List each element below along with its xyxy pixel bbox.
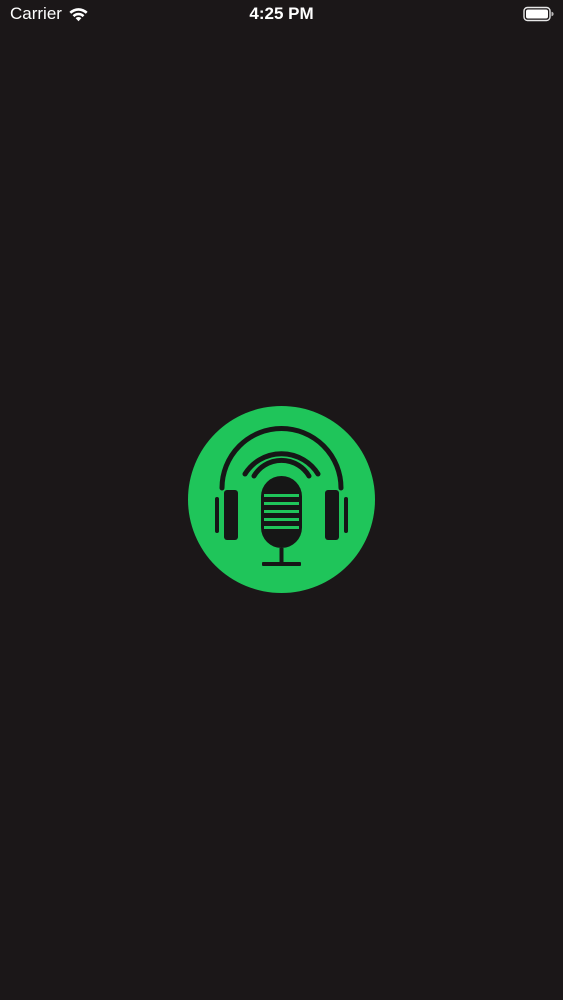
splash-screen: Carrier 4:25 PM (0, 0, 563, 1000)
status-bar: Carrier 4:25 PM (0, 0, 563, 30)
status-time: 4:25 PM (249, 4, 314, 23)
app-logo (188, 406, 375, 593)
battery-icon (523, 6, 554, 22)
podcast-headphones-microphone-icon (188, 406, 375, 593)
